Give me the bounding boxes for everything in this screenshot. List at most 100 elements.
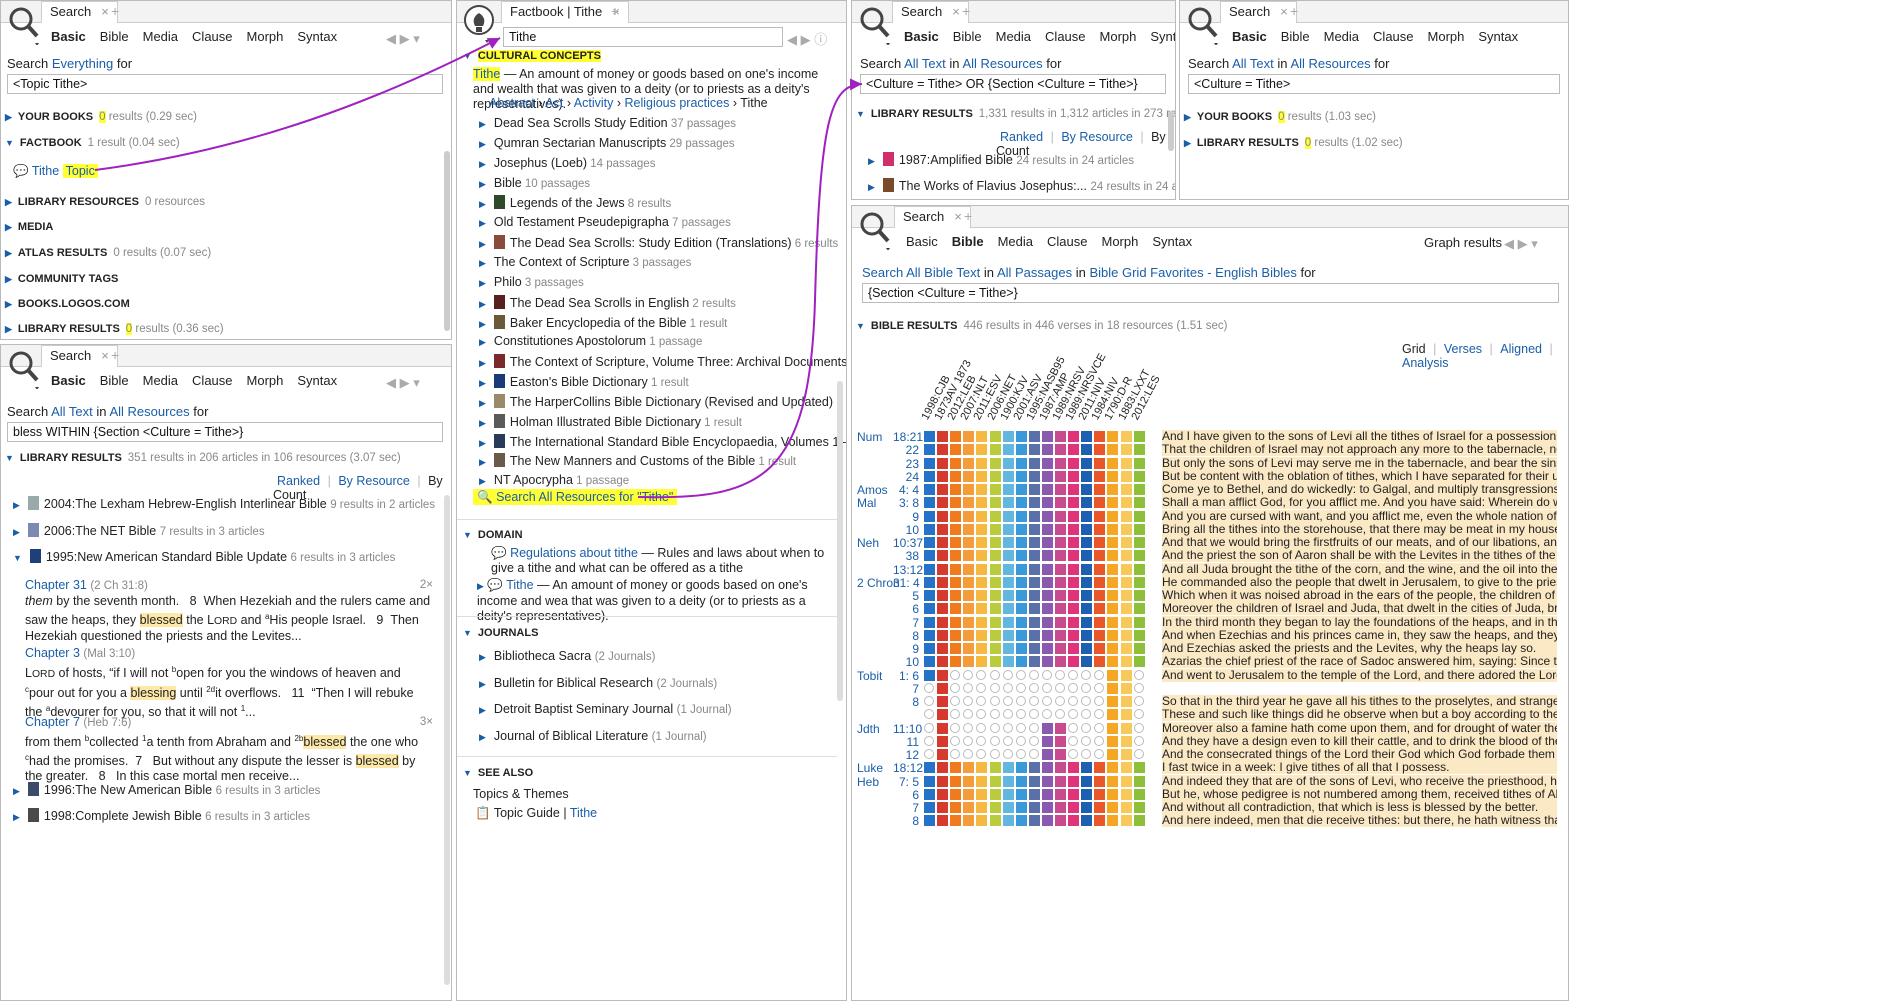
resource-row[interactable]: ▶ 1996:The New American Bible 6 results i… — [13, 782, 320, 797]
grid-cell-hit[interactable] — [937, 523, 949, 535]
grid-cell-hit[interactable] — [1120, 497, 1132, 509]
grid-cell-hit[interactable] — [976, 762, 988, 774]
verse-ref[interactable]: 6 — [893, 602, 919, 616]
grid-cell-hit[interactable] — [924, 616, 935, 628]
grid-cell-hit[interactable] — [924, 775, 935, 787]
collapse-icon[interactable]: ▼ — [13, 553, 22, 563]
resource-title[interactable]: Baker Encyclopedia of the Bible — [510, 316, 687, 330]
grid-cell-empty[interactable] — [1015, 722, 1026, 733]
collection-link[interactable]: Bible Grid Favorites - English Bibles — [1089, 265, 1296, 280]
grid-cell-hit[interactable] — [1107, 431, 1119, 442]
resource-title[interactable]: The Context of Scripture, Volume Three: … — [510, 355, 846, 369]
resource-title[interactable]: 2004:The Lexham Hebrew-English Interline… — [44, 497, 327, 511]
grid-cell-hit[interactable] — [937, 431, 949, 442]
verse-ref[interactable]: 24 — [893, 470, 919, 484]
sort-by-resource[interactable]: By Resource — [1061, 130, 1133, 144]
factbook-resource-row[interactable]: ▶ The Context of Scripture, Volume Three:… — [479, 354, 846, 369]
verse-ref[interactable]: 7 — [893, 682, 919, 696]
grid-cell-hit[interactable] — [937, 749, 949, 760]
grid-cell-empty[interactable] — [1094, 669, 1105, 680]
grid-cell-hit[interactable] — [1015, 762, 1027, 774]
book-label[interactable]: Heb — [857, 775, 879, 789]
grid-cell-hit[interactable] — [1133, 815, 1145, 827]
tab-basic[interactable]: Basic — [904, 29, 939, 44]
grid-cell-hit[interactable] — [1068, 788, 1080, 800]
grid-cell-hit[interactable] — [1107, 537, 1119, 548]
grid-cell-hit[interactable] — [1015, 550, 1027, 562]
grid-cell-hit[interactable] — [1133, 629, 1145, 641]
grid-cell-hit[interactable] — [976, 590, 988, 601]
verse-ref[interactable]: 5 — [893, 589, 919, 603]
grid-cell-hit[interactable] — [1055, 749, 1066, 760]
tab-basic[interactable]: Basic — [906, 234, 938, 249]
expand-icon[interactable]: ▶ — [479, 119, 486, 129]
grid-cell-empty[interactable] — [976, 722, 987, 733]
grid-cell-hit[interactable] — [989, 523, 1001, 535]
grid-cell-hit[interactable] — [1068, 470, 1080, 482]
grid-cell-hit[interactable] — [1068, 629, 1080, 641]
grid-cell-hit[interactable] — [963, 550, 975, 562]
verse-text[interactable]: He commanded also the people that dwelt … — [1162, 575, 1557, 589]
expand-icon[interactable]: ▶ — [479, 239, 486, 249]
grid-cell-hit[interactable] — [937, 656, 949, 668]
section-library-results[interactable]: ▶ LIBRARY RESULTS 0 results (0.36 sec) — [5, 323, 224, 335]
grid-cell-hit[interactable] — [937, 576, 949, 588]
grid-cell-hit[interactable] — [1094, 523, 1106, 535]
grid-cell-hit[interactable] — [1133, 603, 1145, 615]
grid-cell-hit[interactable] — [989, 470, 1001, 482]
expand-icon[interactable]: ▶ — [5, 324, 12, 334]
grid-cell-hit[interactable] — [1015, 775, 1027, 787]
grid-cell-hit[interactable] — [1041, 788, 1053, 800]
nav-arrows[interactable]: ◀ ▶ ▾ — [386, 31, 420, 47]
grid-cell-hit[interactable] — [1068, 643, 1080, 654]
grid-cell-hit[interactable] — [1015, 457, 1027, 469]
grid-cell-empty[interactable] — [989, 722, 1000, 733]
tab-basic[interactable]: Basic — [1232, 29, 1267, 44]
verse-ref[interactable]: 7 — [893, 801, 919, 815]
grid-cell-empty[interactable] — [1081, 669, 1092, 680]
grid-cell-hit[interactable] — [1055, 497, 1066, 509]
grid-cell-hit[interactable] — [1028, 470, 1040, 482]
verse-ref[interactable]: 9 — [893, 642, 919, 656]
tab-bible[interactable]: Bible — [100, 373, 129, 388]
journal-title[interactable]: Detroit Baptist Seminary Journal — [494, 702, 673, 716]
grid-cell-hit[interactable] — [1094, 431, 1106, 442]
grid-cell-empty[interactable] — [1055, 696, 1065, 706]
grid-cell-empty[interactable] — [950, 735, 961, 746]
verse-ref[interactable]: 18:21 — [893, 430, 923, 444]
grid-cell-hit[interactable] — [1028, 563, 1040, 575]
section-your-books[interactable]: ▶ YOUR BOOKS 0 results (0.29 sec) — [5, 111, 197, 123]
grid-cell-hit[interactable] — [976, 484, 988, 495]
verse-text[interactable]: And I have given to the sons of Levi all… — [1162, 430, 1557, 443]
resource-title[interactable]: The Works of Flavius Josephus:... — [899, 179, 1087, 193]
grid-cell-hit[interactable] — [1120, 643, 1132, 654]
tab-syntax[interactable]: Syntax — [1150, 29, 1175, 44]
grid-cell-hit[interactable] — [1081, 775, 1093, 787]
collapse-icon[interactable]: ▼ — [856, 109, 865, 119]
verse-ref[interactable]: 4: 4 — [893, 483, 919, 497]
grid-cell-hit[interactable] — [1028, 603, 1040, 615]
view-verses[interactable]: Verses — [1444, 342, 1482, 356]
new-tab-icon[interactable]: + — [111, 347, 119, 363]
grid-cell-hit[interactable] — [1055, 470, 1066, 482]
grid-cell-hit[interactable] — [937, 510, 949, 522]
verse-ref[interactable]: 11:10 — [893, 722, 922, 736]
verse-text[interactable]: And went to Jerusalem to the temple of t… — [1162, 668, 1557, 682]
section-books-logos[interactable]: ▶ BOOKS.LOGOS.COM — [5, 298, 130, 310]
section-your-books[interactable]: ▶ YOUR BOOKS 0 results (1.03 sec) — [1184, 111, 1376, 123]
resource-row[interactable]: ▶ 1987:Amplified Bible 24 results in 24 a… — [868, 152, 1134, 167]
search-input[interactable]: <Topic Tithe> — [7, 74, 443, 94]
resource-row[interactable]: ▶ The Works of Flavius Josephus:... 24 re… — [868, 178, 1175, 193]
grid-cell-empty[interactable] — [1028, 735, 1039, 746]
grid-cell-hit[interactable] — [937, 484, 949, 495]
grid-cell-hit[interactable] — [924, 444, 935, 456]
grid-cell-hit[interactable] — [937, 682, 949, 694]
resource-title[interactable]: Legends of the Jews — [510, 196, 625, 210]
grid-cell-empty[interactable] — [1015, 696, 1026, 706]
grid-cell-hit[interactable] — [1055, 603, 1066, 615]
tab-clause[interactable]: Clause — [192, 29, 232, 44]
search-icon[interactable] — [7, 349, 41, 389]
grid-cell-hit[interactable] — [1133, 550, 1145, 562]
nav-arrows[interactable]: ◀ ▶ ⓘ — [787, 29, 827, 48]
grid-cell-empty[interactable] — [1041, 669, 1052, 680]
